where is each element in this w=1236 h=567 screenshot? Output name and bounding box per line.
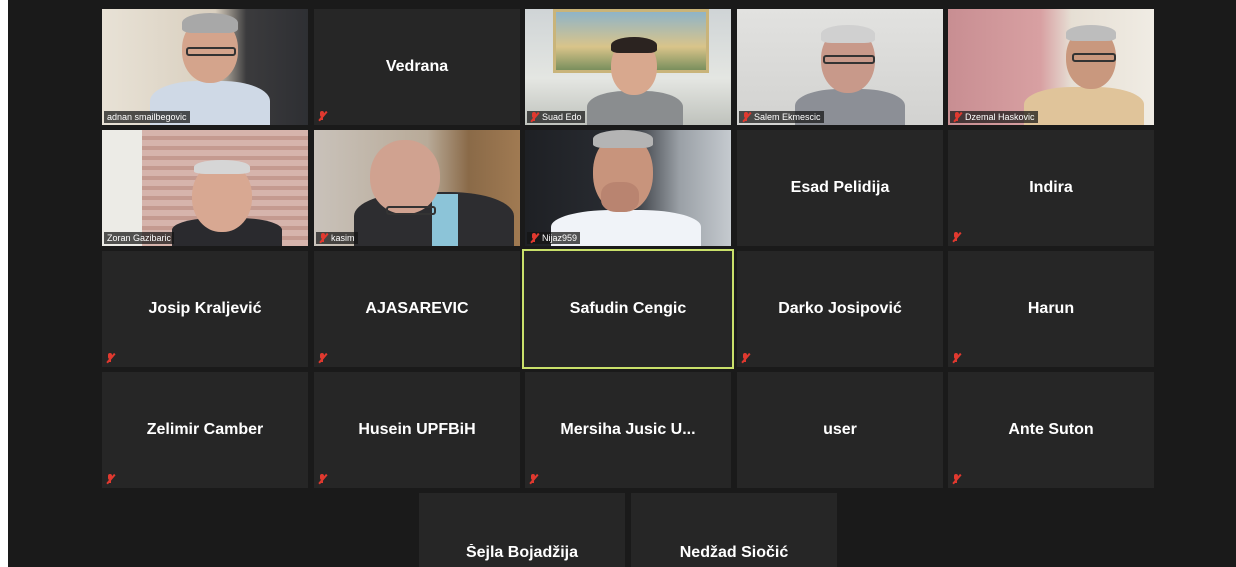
participant-tile[interactable]: Husein UPFBiH — [314, 372, 520, 488]
participant-name: Nedžad Siočić — [679, 544, 789, 561]
muted-mic-icon — [529, 473, 539, 485]
participant-tile[interactable]: Nijaz959 — [525, 130, 731, 246]
participant-tile[interactable]: Esad Pelidija — [737, 130, 943, 246]
participant-name: Safudin Cengic — [569, 300, 687, 317]
muted-mic-icon — [741, 352, 751, 364]
muted-mic-icon — [318, 110, 328, 122]
muted-mic-icon — [952, 231, 962, 243]
muted-mic-icon — [952, 352, 962, 364]
participant-name: Josip Kraljević — [148, 300, 262, 317]
participant-name-label: kasim — [316, 232, 358, 244]
participant-name: Darko Josipović — [778, 300, 902, 317]
participant-video — [525, 9, 731, 125]
participant-tile[interactable]: kasim — [314, 130, 520, 246]
participant-name-label: Zoran Gazibaric — [104, 232, 175, 244]
participant-name: Harun — [1027, 300, 1075, 317]
participant-tile[interactable]: Nedžad Siočić — [631, 493, 837, 567]
gallery-view: adnan smailbegovic Vedrana Suad Edo Sale… — [8, 0, 1236, 567]
participant-video — [525, 130, 731, 246]
participant-tile[interactable]: Ante Suton — [948, 372, 1154, 488]
participant-tile[interactable]: Šejla Bojadžija — [419, 493, 625, 567]
participant-tile[interactable]: Vedrana — [314, 9, 520, 125]
participant-name: Zelimir Camber — [146, 421, 264, 438]
participant-name: Vedrana — [385, 58, 449, 75]
participant-video — [737, 9, 943, 125]
muted-mic-icon — [530, 232, 540, 244]
muted-mic-icon — [318, 352, 328, 364]
participant-tile[interactable]: Zelimir Camber — [102, 372, 308, 488]
participant-name: Ante Suton — [1008, 421, 1094, 438]
participant-name: AJASAREVIC — [365, 300, 469, 317]
participant-video — [314, 130, 520, 246]
muted-mic-icon — [742, 111, 752, 123]
participant-name: user — [823, 421, 857, 438]
participant-tile[interactable]: adnan smailbegovic — [102, 9, 308, 125]
participant-video — [102, 130, 308, 246]
muted-mic-icon — [319, 232, 329, 244]
participant-name-label: Dzemal Haskovic — [950, 111, 1038, 123]
participant-name: Indira — [1029, 179, 1073, 196]
participant-name: Esad Pelidija — [790, 179, 890, 196]
participant-tile[interactable]: Josip Kraljević — [102, 251, 308, 367]
participant-name: Šejla Bojadžija — [465, 544, 579, 561]
participant-name: Husein UPFBiH — [358, 421, 476, 438]
muted-mic-icon — [318, 473, 328, 485]
participant-tile[interactable]: user — [737, 372, 943, 488]
muted-mic-icon — [530, 111, 540, 123]
participant-name-label: Suad Edo — [527, 111, 585, 123]
participant-tile[interactable]: Harun — [948, 251, 1154, 367]
participant-tile[interactable]: Mersiha Jusic U... — [525, 372, 731, 488]
muted-mic-icon — [106, 352, 116, 364]
muted-mic-icon — [953, 111, 963, 123]
muted-mic-icon — [106, 473, 116, 485]
participant-tile[interactable]: Indira — [948, 130, 1154, 246]
participant-tile[interactable]: Zoran Gazibaric — [102, 130, 308, 246]
participant-video — [102, 9, 308, 125]
participant-video — [948, 9, 1154, 125]
participant-name-label: adnan smailbegovic — [104, 111, 190, 123]
participant-name: Mersiha Jusic U... — [560, 421, 696, 438]
active-speaker-tile[interactable]: Safudin Cengic — [522, 249, 734, 369]
participant-tile[interactable]: Suad Edo — [525, 9, 731, 125]
participant-name-label: Salem Ekmescic — [739, 111, 824, 123]
participant-tile[interactable]: AJASAREVIC — [314, 251, 520, 367]
muted-mic-icon — [952, 473, 962, 485]
participant-tile[interactable]: Dzemal Haskovic — [948, 9, 1154, 125]
participant-tile[interactable]: Darko Josipović — [737, 251, 943, 367]
participant-name-label: Nijaz959 — [527, 232, 581, 244]
participant-tile[interactable]: Salem Ekmescic — [737, 9, 943, 125]
